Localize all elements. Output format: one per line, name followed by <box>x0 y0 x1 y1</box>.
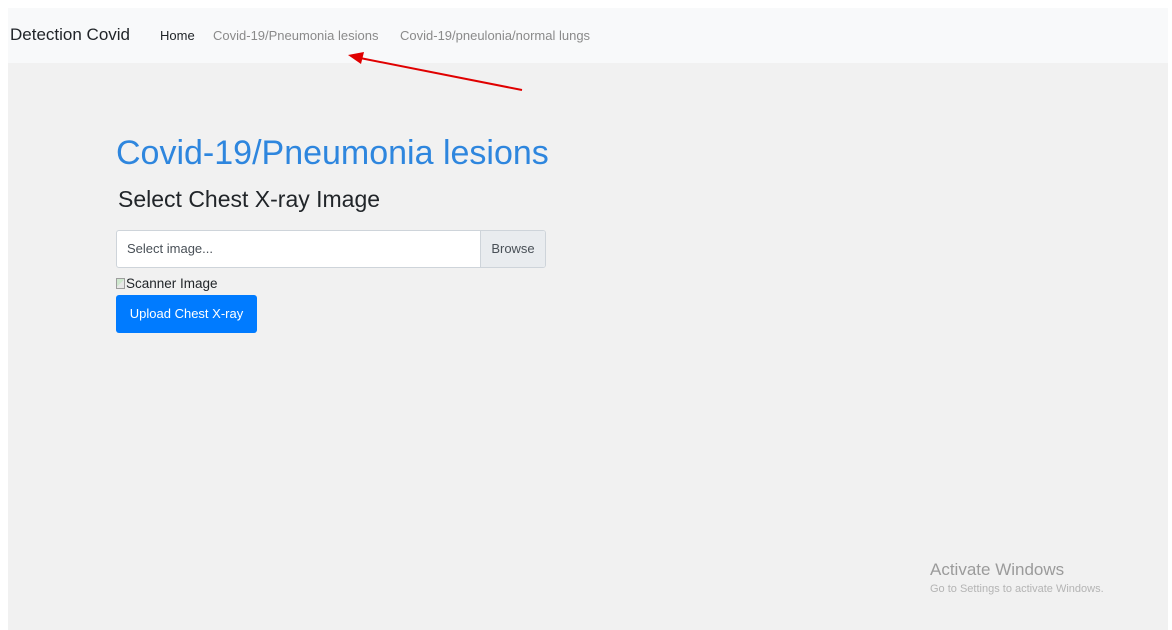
windows-activation-watermark: Activate Windows Go to Settings to activ… <box>930 560 1104 595</box>
watermark-title: Activate Windows <box>930 560 1065 579</box>
file-input-placeholder[interactable]: Select image... <box>117 231 480 267</box>
watermark-subtitle: Go to Settings to activate Windows. <box>930 583 1104 595</box>
broken-image-icon <box>116 277 125 289</box>
scanner-image-alt-text: Scanner Image <box>126 275 218 291</box>
nav-link-normal-lungs[interactable]: Covid-19/pneulonia/normal lungs <box>400 28 590 43</box>
image-file-input[interactable]: Select image... Browse <box>116 230 546 268</box>
nav-link-home[interactable]: Home <box>160 28 195 43</box>
scanner-image: Scanner Image <box>116 274 218 292</box>
nav-link-pneumonia-lesions[interactable]: Covid-19/Pneumonia lesions <box>213 28 378 43</box>
page-title: Covid-19/Pneumonia lesions <box>116 134 549 172</box>
page-subtitle: Select Chest X-ray Image <box>118 186 381 212</box>
upload-chest-xray-button[interactable]: Upload Chest X-ray <box>116 295 257 333</box>
navbar: Detection Covid Home Covid-19/Pneumonia … <box>8 8 1168 63</box>
page-frame: Detection Covid Home Covid-19/Pneumonia … <box>8 8 1168 630</box>
navbar-brand[interactable]: Detection Covid <box>10 25 130 45</box>
browse-button[interactable]: Browse <box>480 231 545 267</box>
